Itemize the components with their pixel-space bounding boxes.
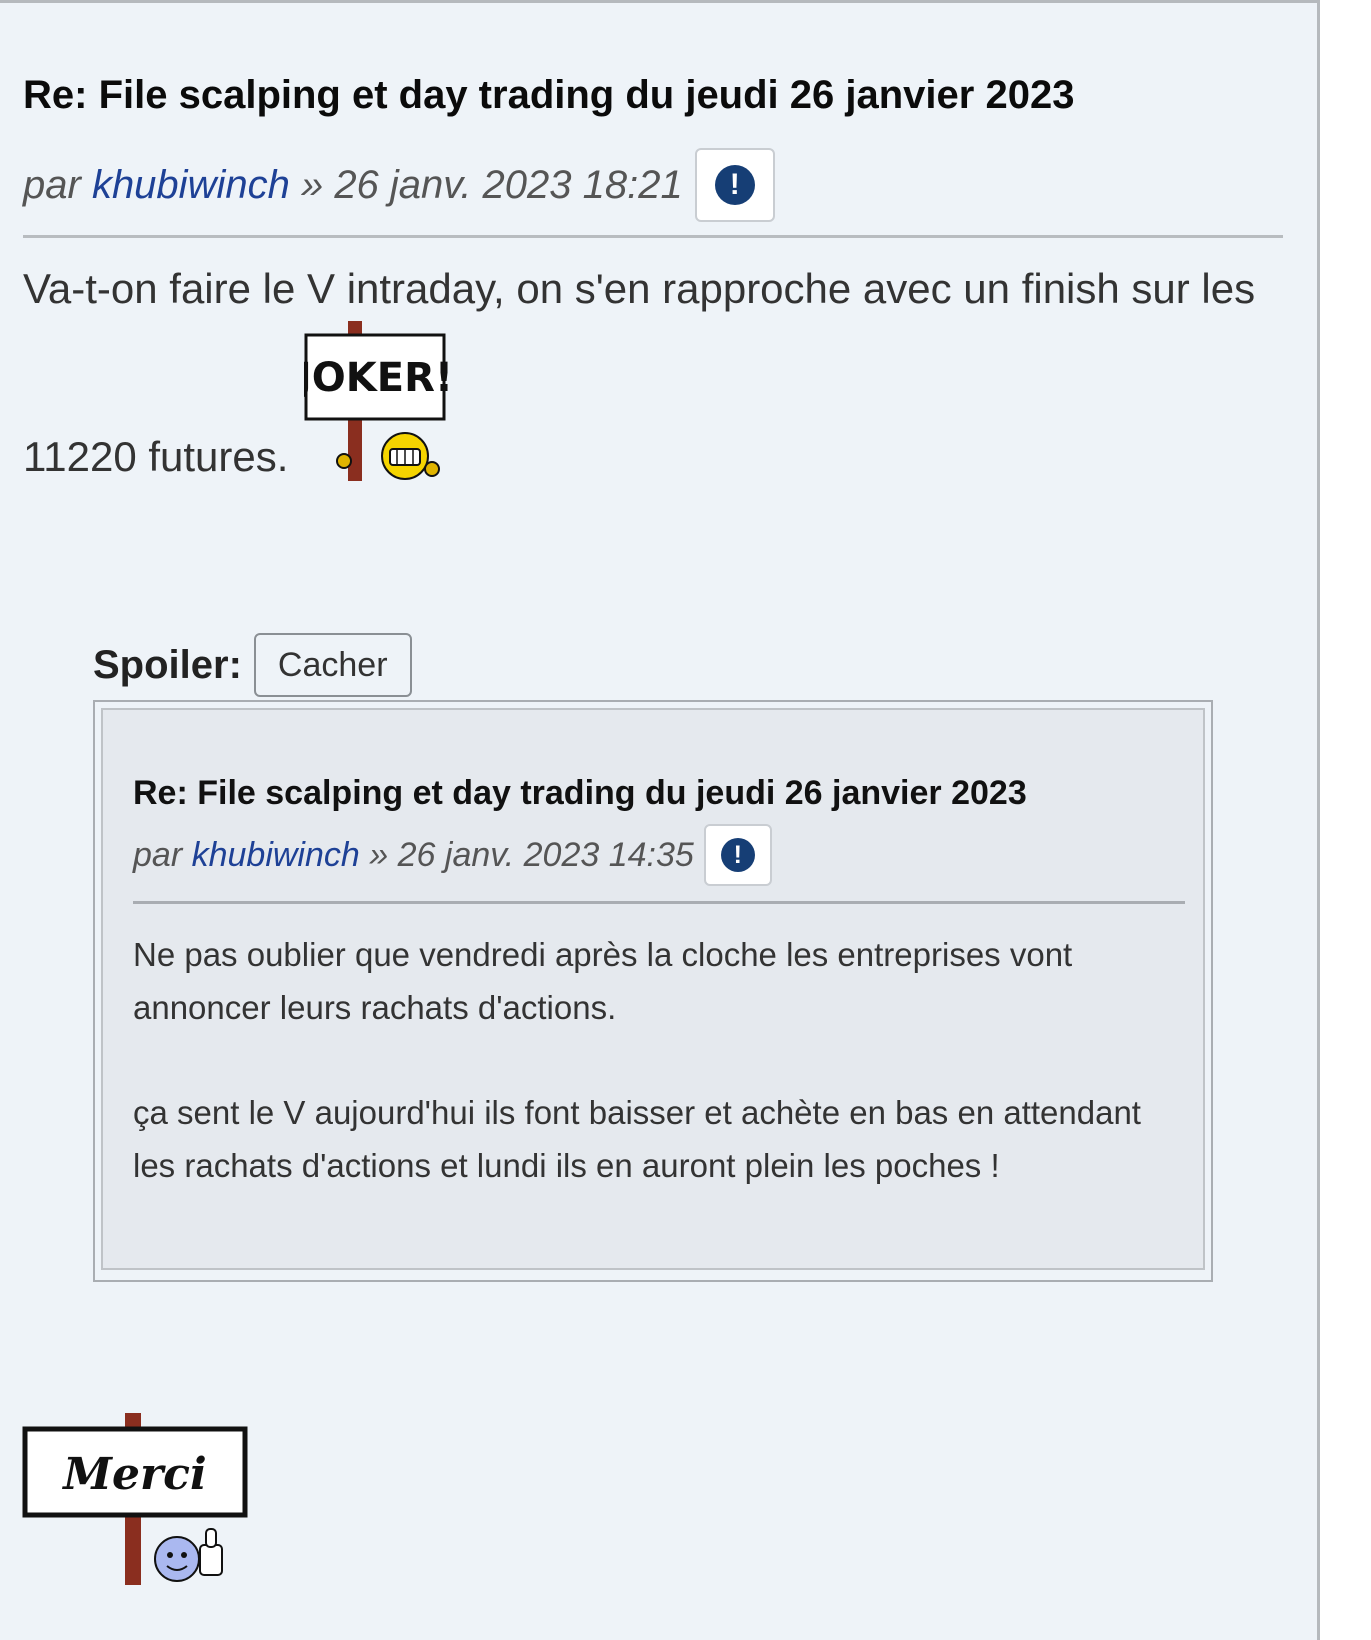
merci-sign-text: Merci — [61, 1449, 206, 1500]
quote-paragraph: Ne pas oublier que vendredi après la clo… — [133, 936, 1073, 1026]
meta-separator: » — [359, 835, 398, 874]
spoiler-toggle-button[interactable]: Cacher — [253, 633, 412, 697]
exclamation-circle-icon: ! — [720, 838, 755, 872]
meta-prefix: par — [23, 162, 92, 207]
post-body-line: 11220 futures. — [23, 433, 289, 480]
quote-paragraph: ça sent le V aujourd'hui ils font baisse… — [133, 1094, 1141, 1184]
quote-title[interactable]: Re: File scalping et day trading du jeud… — [133, 774, 1027, 813]
spoiler-label: Spoiler: — [93, 642, 242, 687]
post-body-line: Va-t-on faire le V intraday, on s'en rap… — [23, 265, 1256, 312]
meta-separator: » — [289, 162, 335, 207]
report-button[interactable]: ! — [694, 148, 775, 222]
post-container: Re: File scalping et day trading du jeud… — [0, 0, 1320, 1640]
quote-meta: par khubiwinch » 26 janv. 2023 14:35 ! — [133, 824, 772, 886]
post-date: 26 janv. 2023 18:21 — [334, 162, 683, 207]
quote-date: 26 janv. 2023 14:35 — [397, 835, 694, 874]
meta-prefix: par — [133, 835, 192, 874]
author-link[interactable]: khubiwinch — [92, 163, 290, 208]
post-divider — [23, 235, 1283, 238]
report-button[interactable]: ! — [703, 824, 772, 886]
author-link[interactable]: khubiwinch — [192, 836, 360, 875]
joker-sign-text: JOKER! — [304, 355, 452, 401]
merci-sign-smiley: Merci — [22, 1413, 248, 1585]
quoted-post: Re: File scalping et day trading du jeud… — [101, 708, 1205, 1270]
exclamation-circle-icon: ! — [714, 165, 755, 205]
quote-divider — [133, 901, 1185, 904]
joker-sign-smiley: JOKER! — [304, 321, 452, 481]
quote-body: Ne pas oublier que vendredi après la clo… — [133, 928, 1173, 1192]
post-meta: par khubiwinch » 26 janv. 2023 18:21 ! — [23, 148, 775, 222]
post-title[interactable]: Re: File scalping et day trading du jeud… — [23, 73, 1074, 118]
spoiler-header: Spoiler: Cacher — [93, 633, 412, 697]
spoiler-content: Re: File scalping et day trading du jeud… — [93, 700, 1213, 1282]
